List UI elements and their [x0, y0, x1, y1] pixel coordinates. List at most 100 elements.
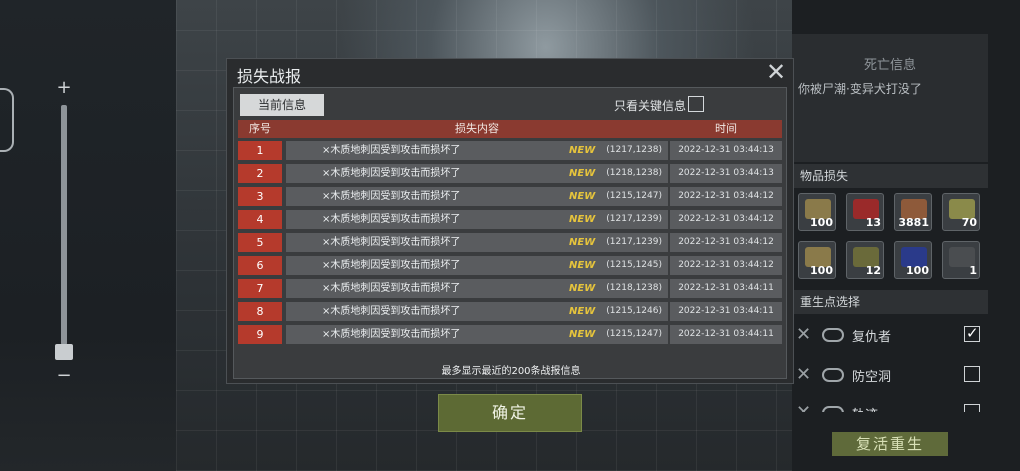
- row-index: 5: [238, 233, 282, 252]
- close-icon[interactable]: ✕: [796, 324, 811, 345]
- table-row[interactable]: 5 ×木质地刺因受到攻击而损坏了 NEW (1217,1239) 2022-12…: [238, 233, 782, 252]
- spawn-option[interactable]: ✕ 防空洞: [792, 360, 988, 390]
- spawn-option[interactable]: ✕ 轨迹: [792, 398, 988, 412]
- row-index: 4: [238, 210, 282, 229]
- row-time: 2022-12-31 03:44:11: [670, 279, 782, 298]
- table-row[interactable]: 4 ×木质地刺因受到攻击而损坏了 NEW (1217,1239) 2022-12…: [238, 210, 782, 229]
- lost-item[interactable]: 100: [894, 241, 932, 279]
- tab-current-info[interactable]: 当前信息: [240, 94, 324, 116]
- row-content: ×木质地刺因受到攻击而损坏了 NEW (1218,1238): [286, 164, 668, 183]
- spawn-option-label: 复仇者: [852, 330, 892, 345]
- row-time: 2022-12-31 03:44:11: [670, 325, 782, 344]
- row-coord[interactable]: (1215,1247): [606, 325, 662, 344]
- row-content: ×木质地刺因受到攻击而损坏了 NEW (1215,1245): [286, 256, 668, 275]
- row-text: ×木质地刺因受到攻击而损坏了: [322, 329, 461, 340]
- lost-item[interactable]: 100: [798, 241, 836, 279]
- row-content: ×木质地刺因受到攻击而损坏了 NEW (1215,1247): [286, 187, 668, 206]
- row-text: ×木质地刺因受到攻击而损坏了: [322, 191, 461, 202]
- row-index: 7: [238, 279, 282, 298]
- revive-button[interactable]: 复活重生: [832, 432, 948, 456]
- death-info-text: 你被尸潮·变异犬打没了: [798, 82, 922, 96]
- spawn-option-label: 防空洞: [852, 370, 892, 385]
- table-row[interactable]: 1 ×木质地刺因受到攻击而损坏了 NEW (1217,1238) 2022-12…: [238, 141, 782, 160]
- table-header: 序号 损失内容 时间: [238, 120, 782, 138]
- row-coord[interactable]: (1217,1239): [606, 210, 662, 229]
- row-content: ×木质地刺因受到攻击而损坏了 NEW (1218,1238): [286, 279, 668, 298]
- row-content: ×木质地刺因受到攻击而损坏了 NEW (1217,1239): [286, 233, 668, 252]
- row-time: 2022-12-31 03:44:13: [670, 141, 782, 160]
- lost-item[interactable]: 1: [942, 241, 980, 279]
- death-info-title: 死亡信息: [863, 58, 916, 73]
- table-row[interactable]: 6 ×木质地刺因受到攻击而损坏了 NEW (1215,1245) 2022-12…: [238, 256, 782, 275]
- row-content: ×木质地刺因受到攻击而损坏了 NEW (1217,1238): [286, 141, 668, 160]
- row-coord[interactable]: (1215,1247): [606, 187, 662, 206]
- spawn-title: 重生点选择: [792, 290, 988, 314]
- row-coord[interactable]: (1218,1238): [606, 164, 662, 183]
- new-badge: NEW: [569, 214, 596, 225]
- row-index: 2: [238, 164, 282, 183]
- row-coord[interactable]: (1217,1238): [606, 141, 662, 160]
- row-content: ×木质地刺因受到攻击而损坏了 NEW (1215,1247): [286, 325, 668, 344]
- zoom-out-icon[interactable]: −: [56, 367, 72, 385]
- table-row[interactable]: 8 ×木质地刺因受到攻击而损坏了 NEW (1215,1246) 2022-12…: [238, 302, 782, 321]
- lost-item[interactable]: 100: [798, 193, 836, 231]
- new-badge: NEW: [569, 306, 596, 317]
- lost-item[interactable]: 3881: [894, 193, 932, 231]
- close-icon[interactable]: ✕: [796, 402, 811, 412]
- row-index: 8: [238, 302, 282, 321]
- spawn-icon: [822, 328, 844, 342]
- row-time: 2022-12-31 03:44:13: [670, 164, 782, 183]
- zoom-in-icon[interactable]: +: [56, 79, 72, 97]
- check-icon: ✓: [966, 324, 979, 342]
- lost-item[interactable]: 70: [942, 193, 980, 231]
- zoom-slider-track[interactable]: [61, 105, 67, 345]
- loss-report-dialog: 损失战报 ✕ 当前信息 只看关键信息 序号 损失内容 时间 1 ×木质地刺因受到…: [226, 58, 794, 384]
- spawn-option-label: 轨迹: [852, 404, 878, 412]
- lost-item[interactable]: 13: [846, 193, 884, 231]
- row-coord[interactable]: (1215,1246): [606, 302, 662, 321]
- hexagon-icon[interactable]: [0, 88, 14, 152]
- new-badge: NEW: [569, 329, 596, 340]
- spawn-checkbox[interactable]: ✓: [964, 324, 980, 342]
- row-time: 2022-12-31 03:44:12: [670, 210, 782, 229]
- new-badge: NEW: [569, 283, 596, 294]
- row-index: 9: [238, 325, 282, 344]
- filter-key-info-checkbox[interactable]: [688, 96, 704, 112]
- spawn-checkbox[interactable]: [964, 404, 980, 412]
- row-coord[interactable]: (1218,1238): [606, 279, 662, 298]
- table-row[interactable]: 7 ×木质地刺因受到攻击而损坏了 NEW (1218,1238) 2022-12…: [238, 279, 782, 298]
- row-coord[interactable]: (1215,1245): [606, 256, 662, 275]
- spawn-option[interactable]: ✕ 复仇者 ✓: [792, 320, 988, 350]
- row-coord[interactable]: (1217,1239): [606, 233, 662, 252]
- new-badge: NEW: [569, 191, 596, 202]
- dialog-title: 损失战报: [237, 67, 302, 86]
- spawn-icon: [822, 406, 844, 412]
- confirm-button[interactable]: 确定: [438, 394, 582, 432]
- row-text: ×木质地刺因受到攻击而损坏了: [322, 260, 461, 271]
- row-time: 2022-12-31 03:44:12: [670, 233, 782, 252]
- row-index: 6: [238, 256, 282, 275]
- row-text: ×木质地刺因受到攻击而损坏了: [322, 237, 461, 248]
- row-text: ×木质地刺因受到攻击而损坏了: [322, 145, 461, 156]
- background-left: [0, 0, 176, 471]
- table-row[interactable]: 2 ×木质地刺因受到攻击而损坏了 NEW (1218,1238) 2022-12…: [238, 164, 782, 183]
- row-text: ×木质地刺因受到攻击而损坏了: [322, 283, 461, 294]
- table-row[interactable]: 9 ×木质地刺因受到攻击而损坏了 NEW (1215,1247) 2022-12…: [238, 325, 782, 344]
- lost-item[interactable]: 12: [846, 241, 884, 279]
- row-time: 2022-12-31 03:44:12: [670, 187, 782, 206]
- close-icon[interactable]: ✕: [765, 59, 787, 85]
- new-badge: NEW: [569, 168, 596, 179]
- table-row[interactable]: 3 ×木质地刺因受到攻击而损坏了 NEW (1215,1247) 2022-12…: [238, 187, 782, 206]
- spawn-checkbox[interactable]: [964, 366, 980, 382]
- row-content: ×木质地刺因受到攻击而损坏了 NEW (1215,1246): [286, 302, 668, 321]
- filter-key-info-label: 只看关键信息: [614, 99, 687, 113]
- row-index: 3: [238, 187, 282, 206]
- zoom-slider-handle[interactable]: [55, 344, 73, 360]
- header-content: 损失内容: [455, 122, 499, 135]
- new-badge: NEW: [569, 237, 596, 248]
- close-icon[interactable]: ✕: [796, 364, 811, 385]
- new-badge: NEW: [569, 260, 596, 271]
- row-text: ×木质地刺因受到攻击而损坏了: [322, 214, 461, 225]
- row-content: ×木质地刺因受到攻击而损坏了 NEW (1217,1239): [286, 210, 668, 229]
- row-time: 2022-12-31 03:44:12: [670, 256, 782, 275]
